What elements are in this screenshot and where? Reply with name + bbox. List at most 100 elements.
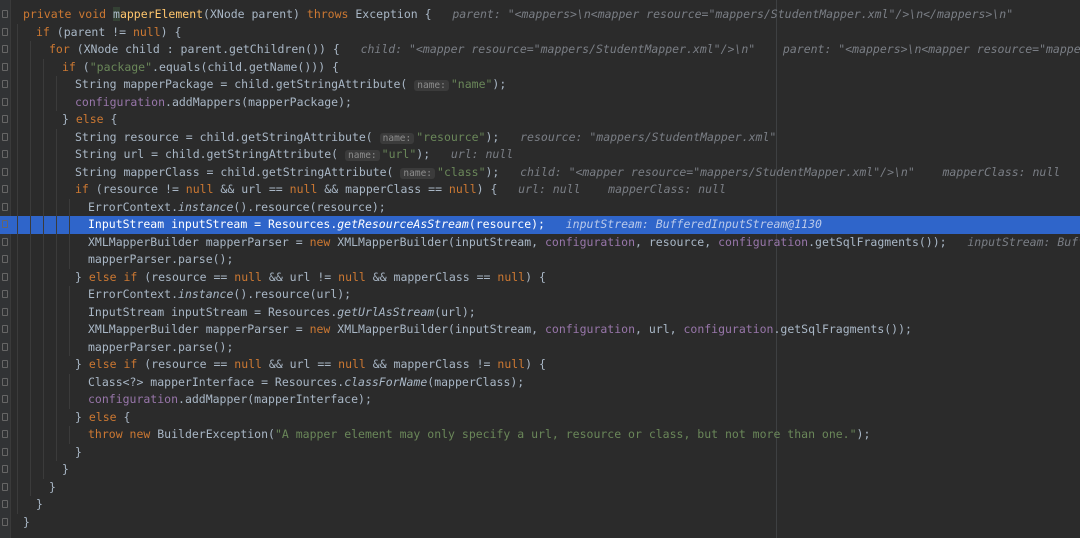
indent-guide	[43, 58, 44, 76]
code-token: );	[416, 147, 451, 161]
code-line[interactable]: mapperParser.parse();	[0, 338, 1080, 356]
code-text: }	[23, 514, 30, 532]
code-line[interactable]: XMLMapperBuilder mapperParser = new XMLM…	[0, 233, 1080, 252]
code-line[interactable]: if ("package".equals(child.getName())) {	[0, 58, 1080, 76]
indent-guide	[17, 41, 18, 59]
code-editor[interactable]: private void mapperElement(XNode parent)…	[0, 0, 1080, 538]
fold-marker-icon[interactable]	[2, 62, 8, 71]
code-line[interactable]: if (resource != null && url == null && m…	[0, 181, 1080, 199]
code-token: "name"	[450, 77, 493, 91]
code-token: configuration	[718, 234, 809, 249]
fold-marker-icon[interactable]	[2, 220, 8, 228]
code-text: InputStream inputStream = Resources.getU…	[88, 304, 476, 322]
code-line[interactable]: configuration.addMappers(mapperPackage);	[0, 93, 1080, 111]
code-line[interactable]: ErrorContext.instance().resource(url);	[0, 286, 1080, 304]
fold-marker-icon[interactable]	[2, 132, 8, 141]
code-token: null	[497, 269, 526, 284]
fold-marker-icon[interactable]	[2, 45, 8, 53]
code-line[interactable]: } else if (resource == null && url != nu…	[0, 268, 1080, 286]
code-token: instance	[178, 199, 234, 214]
indent-guide	[43, 198, 44, 216]
code-line[interactable]: }	[0, 514, 1080, 532]
fold-marker-icon[interactable]	[2, 185, 8, 193]
code-line[interactable]: if (parent != null) {	[0, 23, 1080, 41]
fold-marker-icon[interactable]	[2, 325, 8, 333]
code-text: } else {	[62, 111, 117, 129]
code-line[interactable]: }	[0, 496, 1080, 514]
indent-guide	[56, 373, 57, 391]
code-token: new	[309, 322, 338, 336]
code-token: );	[492, 77, 507, 91]
code-line[interactable]: String mapperClass = child.getStringAttr…	[0, 163, 1080, 182]
fold-marker-icon[interactable]	[2, 395, 8, 403]
indent-guide	[43, 268, 44, 286]
fold-marker-icon[interactable]	[2, 465, 8, 473]
code-token: XMLMapperBuilder(inputStream,	[337, 322, 545, 336]
fold-marker-icon[interactable]	[2, 272, 8, 281]
code-token: (XNode child : parent.getChildren()) {	[76, 42, 361, 56]
fold-marker-icon[interactable]	[2, 80, 8, 88]
code-line[interactable]: private void mapperElement(XNode parent)…	[0, 6, 1080, 24]
code-line[interactable]: } else {	[0, 111, 1080, 129]
fold-marker-icon[interactable]	[2, 307, 8, 316]
code-line[interactable]: } else {	[0, 408, 1080, 426]
fold-marker-icon[interactable]	[2, 430, 8, 438]
code-token: null	[185, 182, 221, 196]
code-text: XMLMapperBuilder mapperParser = new XMLM…	[88, 234, 1080, 252]
code-line[interactable]: String mapperPackage = child.getStringAt…	[0, 76, 1080, 94]
fold-marker-icon[interactable]	[2, 115, 8, 123]
fold-marker-icon[interactable]	[2, 202, 8, 211]
fold-marker-icon[interactable]	[2, 150, 8, 158]
code-line[interactable]: configuration.addMapper(mapperInterface)…	[0, 391, 1080, 409]
code-text: String mapperClass = child.getStringAttr…	[75, 164, 1060, 182]
fold-marker-icon[interactable]	[2, 412, 8, 421]
inline-debug-value: url: null	[450, 147, 514, 161]
indent-guide	[43, 391, 44, 409]
fold-marker-icon[interactable]	[2, 517, 8, 526]
code-line[interactable]: for (XNode child : parent.getChildren())…	[0, 41, 1080, 59]
fold-marker-icon[interactable]	[2, 237, 8, 246]
code-line[interactable]: InputStream inputStream = Resources.getR…	[0, 216, 1080, 234]
fold-marker-icon[interactable]	[2, 27, 8, 36]
code-token: null	[338, 357, 373, 371]
fold-marker-icon[interactable]	[2, 290, 8, 298]
indent-guide	[43, 216, 44, 234]
code-line[interactable]: InputStream inputStream = Resources.getU…	[0, 303, 1080, 322]
fold-marker-icon[interactable]	[2, 500, 8, 508]
code-line[interactable]: String url = child.getStringAttribute( n…	[0, 146, 1080, 164]
code-line[interactable]: }	[0, 443, 1080, 461]
indent-guide	[56, 268, 57, 286]
code-line[interactable]: }	[0, 461, 1080, 479]
code-line[interactable]: }	[0, 478, 1080, 496]
code-token: && url ==	[220, 182, 290, 196]
indent-guide	[43, 181, 44, 199]
code-token: .getSqlFragments());	[773, 322, 912, 336]
indent-guide	[43, 408, 44, 426]
code-token: (resource ==	[144, 269, 235, 284]
fold-marker-icon[interactable]	[2, 97, 8, 106]
code-line[interactable]: mapperParser.parse();	[0, 251, 1080, 269]
code-token: throw new	[88, 427, 158, 441]
code-line[interactable]: XMLMapperBuilder mapperParser = new XMLM…	[0, 321, 1080, 339]
code-token: for	[49, 42, 77, 56]
indent-guide	[43, 321, 44, 339]
fold-marker-icon[interactable]	[2, 10, 8, 18]
code-token: }	[49, 479, 56, 494]
code-token: (url);	[434, 304, 476, 319]
code-line[interactable]: throw new BuilderException("A mapper ele…	[0, 426, 1080, 444]
indent-guide	[69, 216, 70, 234]
fold-marker-icon[interactable]	[2, 482, 8, 491]
code-line[interactable]: ErrorContext.instance().resource(resourc…	[0, 198, 1080, 216]
code-text: }	[36, 496, 43, 514]
fold-marker-icon[interactable]	[2, 377, 8, 386]
code-line[interactable]: Class<?> mapperInterface = Resources.cla…	[0, 373, 1080, 391]
code-text: for (XNode child : parent.getChildren())…	[49, 41, 1080, 59]
code-token: ) {	[476, 182, 519, 196]
fold-marker-icon[interactable]	[2, 342, 8, 351]
fold-marker-icon[interactable]	[2, 167, 8, 176]
fold-marker-icon[interactable]	[2, 255, 8, 263]
fold-marker-icon[interactable]	[2, 360, 8, 368]
code-line[interactable]: } else if (resource == null && url == nu…	[0, 356, 1080, 374]
fold-marker-icon[interactable]	[2, 447, 8, 456]
code-line[interactable]: String resource = child.getStringAttribu…	[0, 128, 1080, 146]
